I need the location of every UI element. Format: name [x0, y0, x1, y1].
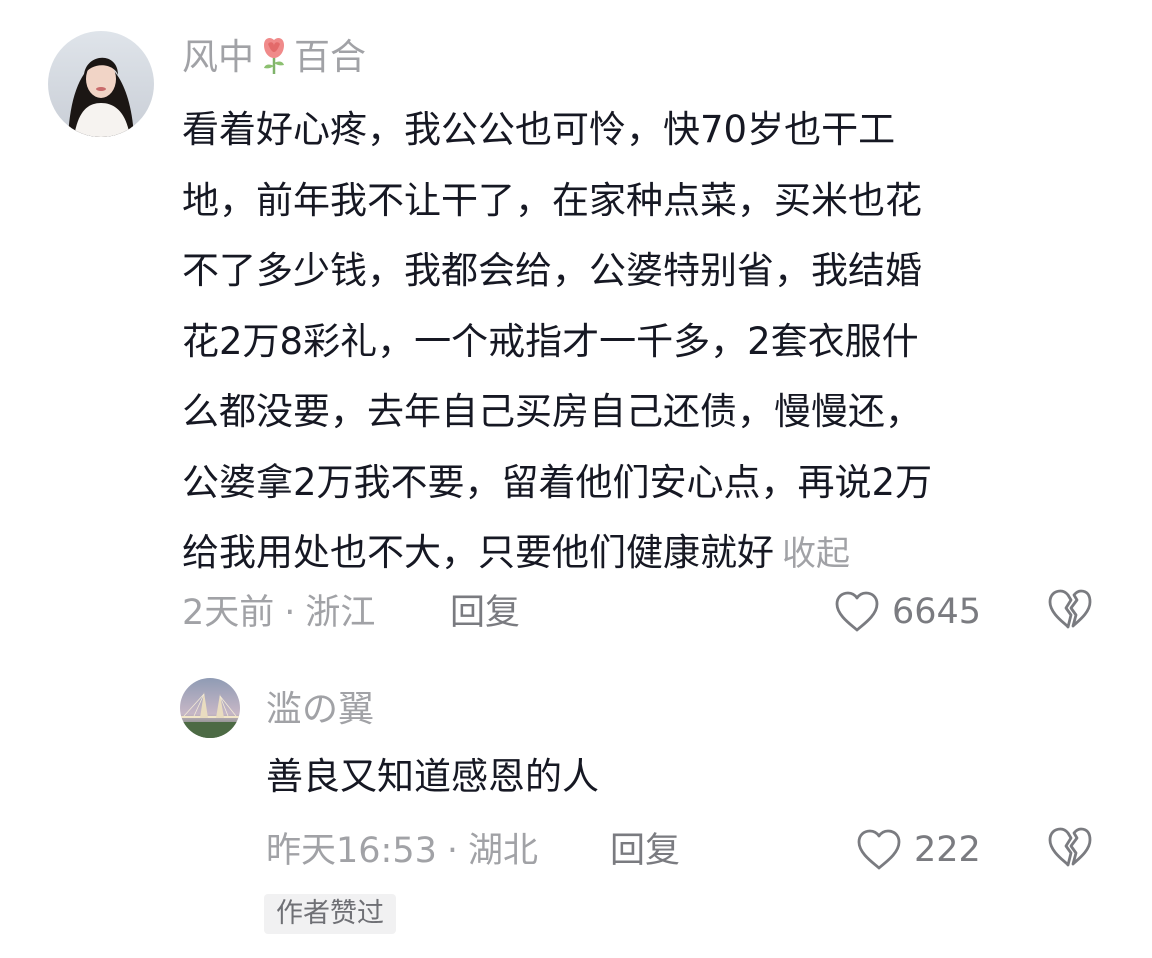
comment-line: 么都没要，去年自己买房自己还债，慢慢还， [182, 390, 922, 433]
like-button[interactable]: 222 [856, 826, 981, 874]
comment-line: 花2万8彩礼，一个戒指才一千多，2套衣服什 [182, 319, 919, 363]
like-count: 222 [914, 830, 981, 870]
reply-text: 善良又知道感恩的人 [266, 755, 599, 798]
rose-icon [256, 35, 292, 88]
reply-username[interactable]: 滥の翼 [266, 686, 374, 734]
heart-icon [835, 591, 879, 632]
reply-user-avatar[interactable] [180, 678, 240, 738]
heart-icon [857, 829, 901, 870]
collapse-button[interactable]: 收起 [782, 534, 850, 574]
comment-meta: 2天前 · 浙江 [182, 589, 375, 637]
broken-heart-icon [1048, 589, 1092, 629]
comment-line: 地，前年我不让干了，在家种点菜，买米也花 [182, 178, 922, 222]
dislike-button[interactable] [1047, 827, 1093, 869]
reply-location: 湖北 [468, 831, 539, 871]
meta-separator: · [446, 831, 459, 871]
meta-separator: · [284, 593, 296, 633]
comment-location: 浙江 [305, 593, 376, 633]
comment-time: 2天前 [182, 593, 275, 633]
reply-button[interactable]: 回复 [610, 827, 680, 875]
comment-line: 公婆拿2万我不要，留着他们安心点，再说2万 [182, 460, 933, 504]
reply-button[interactable]: 回复 [450, 589, 520, 637]
username-part-1: 风中 [182, 37, 255, 78]
avatar-photo [48, 31, 154, 137]
author-liked-badge: 作者赞过 [264, 894, 396, 934]
reply-time: 昨天16:53 [266, 831, 437, 871]
comment-username[interactable]: 风中 百合 [182, 34, 366, 88]
comment-line-last: 给我用处也不大，只要他们健康就好 收起 [182, 518, 1102, 590]
dislike-button[interactable] [1047, 589, 1093, 631]
like-count: 6645 [892, 592, 982, 632]
user-avatar[interactable] [48, 31, 154, 137]
comment-line-text: 给我用处也不大，只要他们健康就好 [182, 531, 774, 574]
broken-heart-icon [1048, 827, 1092, 867]
avatar-photo [180, 678, 240, 738]
comment-line: 看着好心疼，我公公也可怜，快70岁也干工 [182, 108, 896, 151]
like-button[interactable]: 6645 [834, 588, 981, 636]
comment-text: 看着好心疼，我公公也可怜，快70岁也干工 地，前年我不让干了，在家种点菜，买米也… [182, 95, 1102, 590]
username-part-2: 百合 [294, 37, 367, 78]
reply-meta: 昨天16:53 · 湖北 [266, 827, 538, 875]
comment-line: 不了多少钱，我都会给，公婆特别省，我结婚 [182, 249, 922, 292]
